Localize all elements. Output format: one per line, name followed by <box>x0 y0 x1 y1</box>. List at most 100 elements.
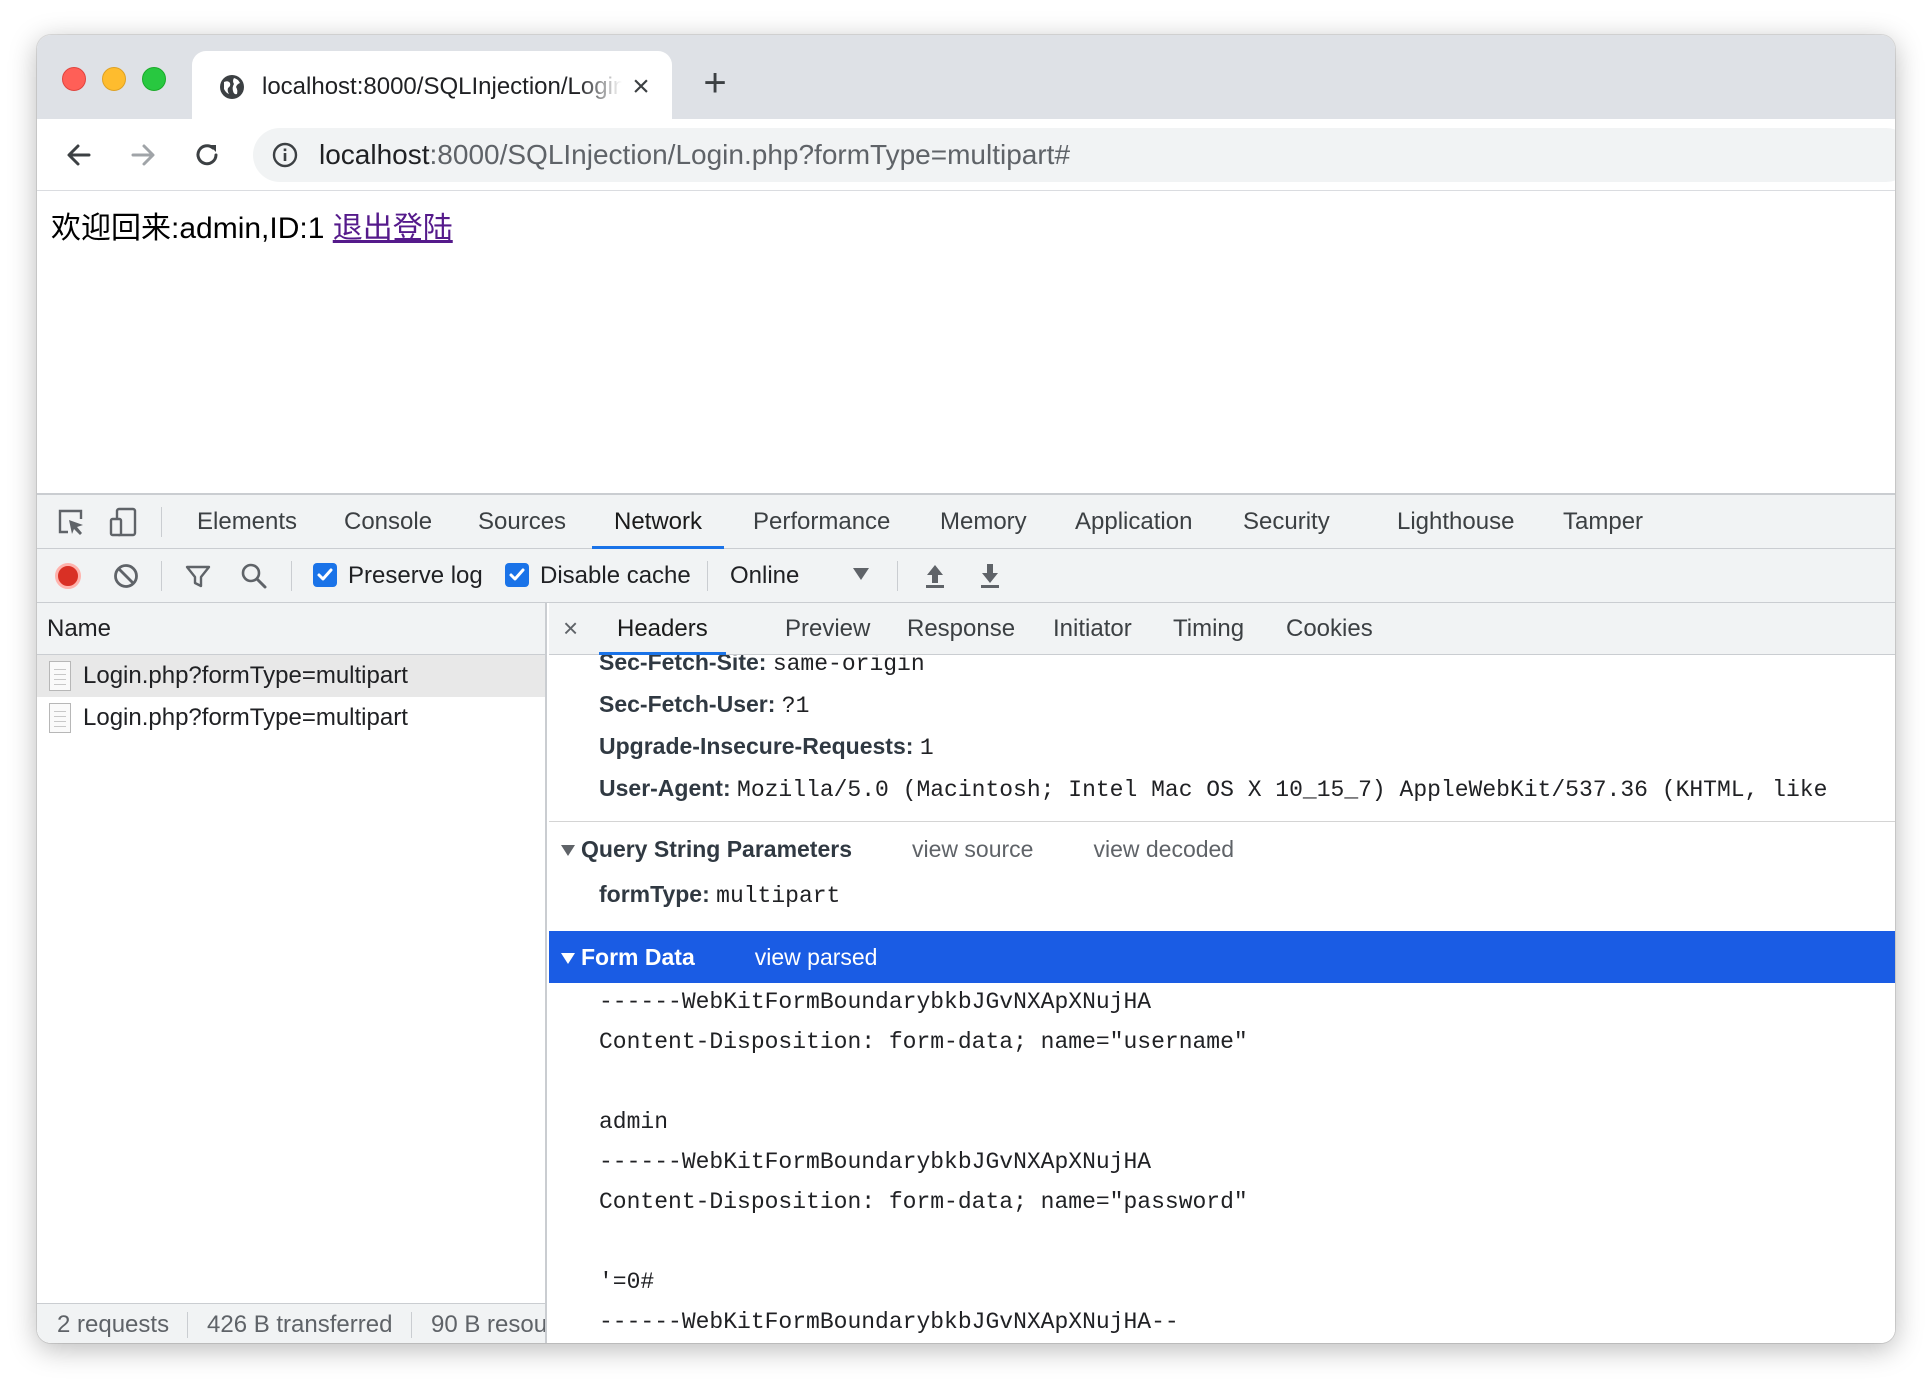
search-icon[interactable] <box>239 561 269 591</box>
tab-tamper[interactable]: Tamper <box>1563 495 1643 549</box>
page-viewport: 欢迎回来:admin,ID:1 退出登陆 <box>37 191 1895 495</box>
tab-title: localhost:8000/SQLInjection/Login.php?fo… <box>262 73 622 100</box>
tab-sources[interactable]: Sources <box>478 495 566 549</box>
status-divider <box>411 1312 412 1338</box>
filter-icon[interactable] <box>183 561 213 591</box>
tab-security[interactable]: Security <box>1243 495 1330 549</box>
tab-performance[interactable]: Performance <box>753 495 890 549</box>
network-toolbar: Preserve log Disable cache Online <box>37 549 1895 603</box>
query-param-row: formType: multipart <box>599 879 840 911</box>
query-string-section-header[interactable]: Query String Parameters view source view d… <box>549 823 1895 875</box>
new-tab-button[interactable]: + <box>697 63 733 103</box>
form-data-line: ------WebKitFormBoundarybkbJGvNXApXNujHA… <box>599 1309 1179 1335</box>
tab-network[interactable]: Network <box>592 495 725 549</box>
form-data-line: ------WebKitFormBoundarybkbJGvNXApXNujHA <box>599 989 1152 1015</box>
toolbar-divider <box>291 561 292 591</box>
resources-size: 90 B resources <box>431 1311 545 1338</box>
preserve-log-checkbox[interactable] <box>313 563 337 587</box>
url-host: localhost <box>319 139 430 170</box>
forward-arrow-icon[interactable] <box>127 139 159 171</box>
request-name: Login.php?formType=multipart <box>83 704 408 731</box>
tab-strip: localhost:8000/SQLInjection/Login.php?fo… <box>37 35 1895 119</box>
reload-icon[interactable] <box>191 139 223 171</box>
devtools-tab-bar: Elements Console Sources Network Perform… <box>37 495 1895 549</box>
toolbar-divider <box>161 507 162 537</box>
form-data-section-header[interactable]: Form Data view parsed <box>549 931 1895 983</box>
export-har-icon[interactable] <box>975 561 1005 591</box>
request-row[interactable]: Login.php?formType=multipart <box>37 697 545 739</box>
triangle-down-icon <box>561 953 575 965</box>
browser-toolbar: localhost:8000/SQLInjection/Login.php?fo… <box>37 119 1895 191</box>
tab-memory[interactable]: Memory <box>940 495 1027 549</box>
form-data-line: Content-Disposition: form-data; name="us… <box>599 1029 1248 1055</box>
request-name: Login.php?formType=multipart <box>83 662 408 689</box>
browser-window: localhost:8000/SQLInjection/Login.php?fo… <box>37 35 1895 1343</box>
tab-cookies[interactable]: Cookies <box>1286 603 1373 655</box>
close-detail-button[interactable]: × <box>563 603 578 653</box>
document-file-icon <box>49 661 71 691</box>
info-icon[interactable] <box>271 141 299 169</box>
close-window-button[interactable] <box>62 67 86 91</box>
back-arrow-icon[interactable] <box>63 139 95 171</box>
document-file-icon <box>49 703 71 733</box>
devtools-panel: Elements Console Sources Network Perform… <box>37 493 1895 1343</box>
form-data-line: '=0# <box>599 1269 655 1295</box>
query-string-title: Query String Parameters <box>581 836 853 862</box>
welcome-text: 欢迎回来:admin,ID:1 <box>51 212 325 245</box>
header-row: Sec-Fetch-User: ?1 <box>599 689 809 721</box>
welcome-line: 欢迎回来:admin,ID:1 退出登陆 <box>51 211 453 247</box>
logout-link[interactable]: 退出登陆 <box>333 212 453 245</box>
url-text: localhost:8000/SQLInjection/Login.php?fo… <box>319 139 1070 171</box>
view-parsed-link[interactable]: view parsed <box>755 944 878 970</box>
param-value: multipart <box>716 883 841 909</box>
header-row: User-Agent: Mozilla/5.0 (Macintosh; Inte… <box>599 773 1827 805</box>
toolbar-divider <box>897 561 898 591</box>
form-data-title: Form Data <box>581 944 695 970</box>
tab-lighthouse[interactable]: Lighthouse <box>1397 495 1514 549</box>
url-path: :8000/SQLInjection/Login.php?formType=mu… <box>429 139 1071 170</box>
detail-tab-bar: × Headers Preview Response Initiator Tim… <box>549 603 1895 655</box>
browser-tab[interactable]: localhost:8000/SQLInjection/Login.php?fo… <box>192 51 672 119</box>
section-divider <box>549 821 1895 822</box>
header-key: User-Agent: <box>599 775 731 801</box>
triangle-down-icon <box>561 845 575 857</box>
param-key: formType: <box>599 881 710 907</box>
request-row[interactable]: Login.php?formType=multipart <box>37 655 545 697</box>
view-decoded-link[interactable]: view decoded <box>1093 836 1234 862</box>
device-toolbar-icon[interactable] <box>107 506 139 538</box>
request-list: Name Login.php?formType=multipart Login.… <box>37 603 547 1343</box>
preserve-log-label[interactable]: Preserve log <box>348 549 483 603</box>
import-har-icon[interactable] <box>920 561 950 591</box>
tab-elements[interactable]: Elements <box>197 495 297 549</box>
tab-application[interactable]: Application <box>1075 495 1192 549</box>
inspect-element-icon[interactable] <box>55 506 87 538</box>
header-value: 1 <box>919 735 934 761</box>
clear-icon[interactable] <box>111 561 141 591</box>
tab-timing[interactable]: Timing <box>1173 603 1244 655</box>
tab-console[interactable]: Console <box>344 495 432 549</box>
transferred-size: 426 B transferred <box>207 1311 393 1338</box>
tab-preview[interactable]: Preview <box>785 603 870 655</box>
minimize-window-button[interactable] <box>102 67 126 91</box>
toolbar-divider <box>161 561 162 591</box>
header-key: Upgrade-Insecure-Requests: <box>599 733 914 759</box>
tab-response[interactable]: Response <box>907 603 1015 655</box>
disable-cache-label[interactable]: Disable cache <box>540 549 691 603</box>
header-value: Mozilla/5.0 (Macintosh; Intel Mac OS X 1… <box>737 777 1828 803</box>
tab-initiator[interactable]: Initiator <box>1053 603 1132 655</box>
header-row: Upgrade-Insecure-Requests: 1 <box>599 731 934 763</box>
tab-close-button[interactable]: × <box>626 71 656 103</box>
network-status-bar: 2 requests 426 B transferred 90 B resour… <box>37 1303 545 1343</box>
view-source-link[interactable]: view source <box>912 836 1033 862</box>
disable-cache-checkbox[interactable] <box>505 563 529 587</box>
form-data-line: ------WebKitFormBoundarybkbJGvNXApXNujHA <box>599 1149 1152 1175</box>
tab-headers[interactable]: Headers <box>599 603 726 655</box>
request-detail-pane: Sec-Fetch-Site: same-origin Sec-Fetch-Us… <box>549 603 1895 1343</box>
address-bar[interactable]: localhost:8000/SQLInjection/Login.php?fo… <box>253 128 1895 182</box>
header-value: ?1 <box>781 693 810 719</box>
form-data-line: Content-Disposition: form-data; name="pa… <box>599 1189 1248 1215</box>
record-icon[interactable] <box>55 563 81 589</box>
name-column-header[interactable]: Name <box>37 603 545 655</box>
fullscreen-window-button[interactable] <box>142 67 166 91</box>
chevron-down-icon <box>853 568 869 580</box>
